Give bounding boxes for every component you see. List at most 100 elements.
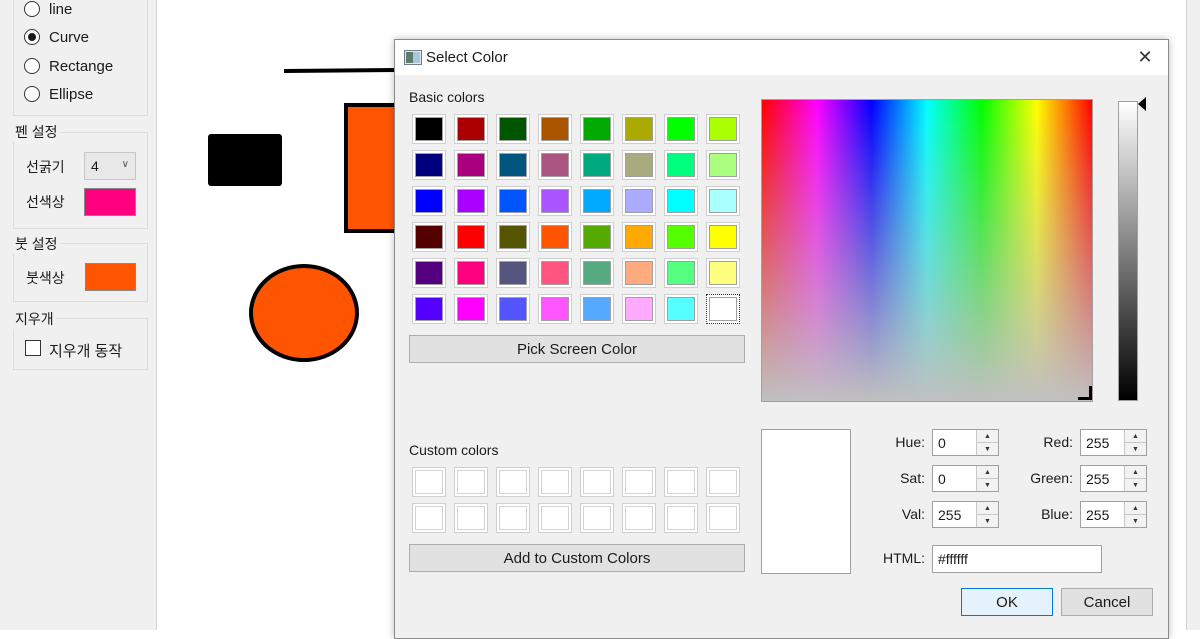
radio-circle-line[interactable] [24,1,40,17]
basic-color-swatch[interactable] [412,150,446,180]
basic-color-swatch[interactable] [580,114,614,144]
basic-color-swatch[interactable] [664,186,698,216]
radio-circle-ellipse[interactable] [24,86,40,102]
spin-down-icon[interactable]: ▼ [1125,514,1146,527]
hue-spin-arrows[interactable]: ▲ ▼ [976,430,998,455]
custom-color-swatch[interactable] [496,503,530,533]
spin-down-icon[interactable]: ▼ [1125,442,1146,455]
dialog-titlebar[interactable]: Select Color ✕ [395,40,1168,75]
basic-color-swatch[interactable] [454,294,488,324]
basic-color-swatch[interactable] [706,186,740,216]
radio-circle-rectangle[interactable] [24,58,40,74]
spin-up-icon[interactable]: ▲ [977,502,998,514]
custom-color-swatch[interactable] [706,503,740,533]
spin-up-icon[interactable]: ▲ [977,466,998,478]
blue-spinbox[interactable]: 255 ▲ ▼ [1080,501,1147,528]
radio-line[interactable]: line [24,0,72,20]
basic-color-swatch[interactable] [706,114,740,144]
spin-up-icon[interactable]: ▲ [1125,466,1146,478]
basic-color-swatch[interactable] [664,222,698,252]
val-spinbox[interactable]: 255 ▲ ▼ [932,501,999,528]
ok-button[interactable]: OK [961,588,1053,616]
basic-color-swatch[interactable] [664,294,698,324]
radio-ellipse[interactable]: Ellipse [24,83,93,105]
html-color-input[interactable]: #ffffff [932,545,1102,573]
basic-color-swatch[interactable] [622,186,656,216]
luminance-arrow-icon[interactable] [1138,97,1146,111]
basic-color-swatch[interactable] [706,294,740,324]
hue-spinbox[interactable]: 0 ▲ ▼ [932,429,999,456]
custom-color-swatch[interactable] [622,503,656,533]
spin-down-icon[interactable]: ▼ [977,478,998,491]
basic-color-swatch[interactable] [538,150,572,180]
spectrum-crosshair-icon[interactable] [1078,386,1092,400]
basic-color-swatch[interactable] [706,150,740,180]
basic-color-swatch[interactable] [538,114,572,144]
basic-color-swatch[interactable] [538,186,572,216]
green-spinbox[interactable]: 255 ▲ ▼ [1080,465,1147,492]
basic-color-swatch[interactable] [622,114,656,144]
basic-color-swatch[interactable] [538,222,572,252]
red-spinbox[interactable]: 255 ▲ ▼ [1080,429,1147,456]
basic-color-swatch[interactable] [454,222,488,252]
basic-color-swatch[interactable] [580,150,614,180]
spin-up-icon[interactable]: ▲ [1125,502,1146,514]
basic-color-swatch[interactable] [706,258,740,288]
spin-up-icon[interactable]: ▲ [1125,430,1146,442]
basic-color-swatch[interactable] [454,186,488,216]
add-to-custom-colors-button[interactable]: Add to Custom Colors [409,544,745,572]
sat-spinbox[interactable]: 0 ▲ ▼ [932,465,999,492]
basic-color-swatch[interactable] [622,222,656,252]
custom-color-swatch[interactable] [580,467,614,497]
basic-color-swatch[interactable] [496,258,530,288]
custom-color-swatch[interactable] [496,467,530,497]
luminance-slider[interactable] [1118,101,1138,401]
val-spin-arrows[interactable]: ▲ ▼ [976,502,998,527]
basic-color-swatch[interactable] [496,186,530,216]
pen-color-swatch[interactable] [84,188,136,216]
red-spin-arrows[interactable]: ▲ ▼ [1124,430,1146,455]
basic-color-swatch[interactable] [412,186,446,216]
close-icon[interactable]: ✕ [1122,40,1168,75]
basic-color-swatch[interactable] [454,114,488,144]
basic-color-swatch[interactable] [706,222,740,252]
custom-color-swatch[interactable] [538,467,572,497]
spin-down-icon[interactable]: ▼ [1125,478,1146,491]
basic-color-swatch[interactable] [622,150,656,180]
basic-color-swatch[interactable] [580,186,614,216]
basic-color-swatch[interactable] [580,294,614,324]
radio-circle-curve[interactable] [24,29,40,45]
basic-color-swatch[interactable] [538,294,572,324]
green-spin-arrows[interactable]: ▲ ▼ [1124,466,1146,491]
custom-color-swatch[interactable] [664,503,698,533]
custom-color-swatch[interactable] [622,467,656,497]
basic-color-swatch[interactable] [622,258,656,288]
sat-spin-arrows[interactable]: ▲ ▼ [976,466,998,491]
basic-color-swatch[interactable] [496,114,530,144]
basic-color-swatch[interactable] [454,258,488,288]
basic-color-swatch[interactable] [454,150,488,180]
cancel-button[interactable]: Cancel [1061,588,1153,616]
custom-color-swatch[interactable] [454,503,488,533]
pen-width-combo[interactable]: 4 ∨ [84,152,136,180]
custom-color-swatch[interactable] [580,503,614,533]
basic-color-swatch[interactable] [412,114,446,144]
custom-color-swatch[interactable] [412,467,446,497]
pick-screen-color-button[interactable]: Pick Screen Color [409,335,745,363]
radio-curve[interactable]: Curve [24,26,89,48]
basic-color-swatch[interactable] [580,222,614,252]
basic-color-swatch[interactable] [412,294,446,324]
spin-down-icon[interactable]: ▼ [977,442,998,455]
basic-color-swatch[interactable] [664,150,698,180]
basic-color-swatch[interactable] [664,114,698,144]
radio-rectangle[interactable]: Rectange [24,55,113,77]
basic-color-swatch[interactable] [496,222,530,252]
basic-color-swatch[interactable] [622,294,656,324]
custom-color-swatch[interactable] [664,467,698,497]
basic-color-swatch[interactable] [664,258,698,288]
basic-color-swatch[interactable] [412,258,446,288]
eraser-checkbox[interactable] [25,340,41,356]
spin-up-icon[interactable]: ▲ [977,430,998,442]
brush-color-swatch[interactable] [85,263,136,291]
basic-color-swatch[interactable] [538,258,572,288]
